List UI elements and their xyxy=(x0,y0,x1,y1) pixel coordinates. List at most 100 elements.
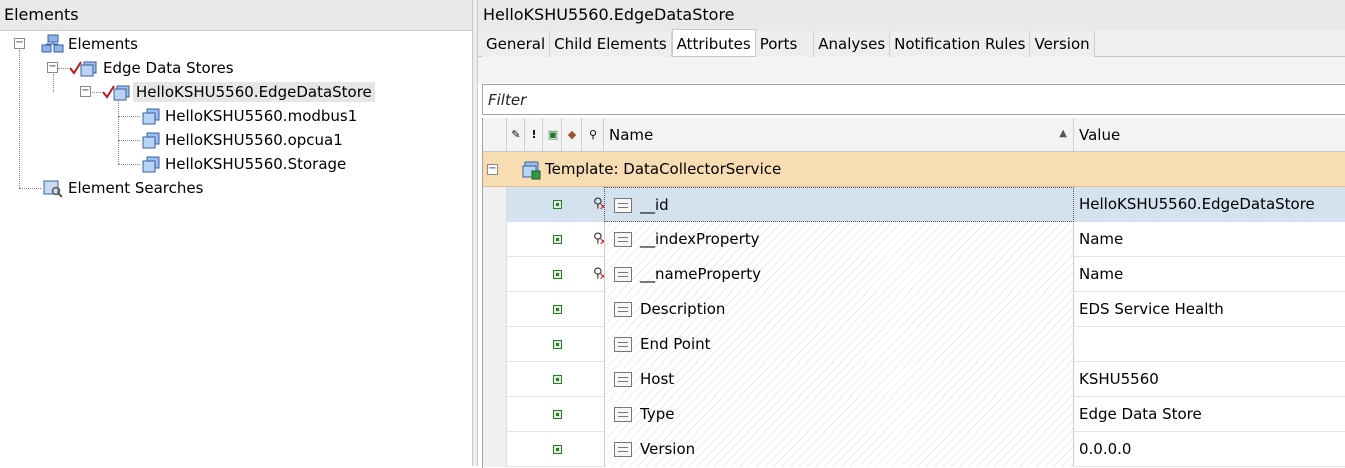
tab-child-elements[interactable]: Child Elements xyxy=(550,31,672,57)
elements-root-icon xyxy=(41,34,64,53)
attribute-row[interactable]: ⚲✕ __indexProperty Name xyxy=(483,222,1345,257)
attribute-icon xyxy=(614,198,632,213)
column-config-header[interactable]: ✎ xyxy=(507,118,525,152)
attribute-row[interactable]: Type Edge Data Store xyxy=(483,397,1345,432)
attribute-name-cell[interactable]: End Point xyxy=(604,327,1074,362)
attribute-name-cell[interactable]: __id xyxy=(604,187,1074,222)
row-gutter xyxy=(483,397,507,432)
collapse-toggle[interactable]: − xyxy=(487,164,498,175)
row-flags: ⚲✕ xyxy=(507,257,607,292)
row-gutter xyxy=(483,187,507,222)
tree-node-modbus1[interactable]: HelloKSHU5560.modbus1 xyxy=(140,105,360,127)
attribute-name-cell[interactable]: Host xyxy=(604,362,1074,397)
tree-node-edge-data-stores[interactable]: Edge Data Stores xyxy=(68,57,237,79)
details-pane: HelloKSHU5560.EdgeDataStore General Chil… xyxy=(478,0,1345,468)
attribute-row[interactable]: Host KSHU5560 xyxy=(483,362,1345,397)
attribute-value-cell[interactable]: Name xyxy=(1074,257,1345,292)
template-group-label: Template: DataCollectorService xyxy=(545,160,782,178)
element-icon xyxy=(142,132,160,149)
attribute-name-cell[interactable]: Type xyxy=(604,397,1074,432)
tree-node-label: Element Searches xyxy=(68,179,204,197)
collapse-toggle[interactable]: − xyxy=(80,86,91,97)
attribute-value-cell[interactable]: 0.0.0.0 xyxy=(1074,432,1345,467)
tree-node-element-searches[interactable]: Element Searches xyxy=(41,177,206,199)
template-icon xyxy=(522,161,541,180)
attribute-icon xyxy=(614,442,632,457)
attribute-row[interactable]: Version 0.0.0.0 xyxy=(483,432,1345,467)
row-gutter xyxy=(483,362,507,397)
tree-node-edgedatastore[interactable]: HelloKSHU5560.EdgeDataStore xyxy=(101,81,375,103)
attribute-icon xyxy=(614,267,632,282)
attribute-name: Type xyxy=(640,405,675,423)
element-search-icon xyxy=(43,180,63,198)
tree-node-label: Elements xyxy=(68,35,138,53)
default-flag-icon xyxy=(553,410,562,419)
attribute-name: Host xyxy=(640,370,675,388)
row-gutter xyxy=(483,432,507,467)
attribute-value-cell[interactable]: Name xyxy=(1074,222,1345,257)
grid-header: ✎ ! ▣ ◆ ⚲ Name ▲ Value xyxy=(483,118,1345,152)
green-square-icon: ▣ xyxy=(547,128,559,141)
name-column-header[interactable]: Name ▲ xyxy=(604,118,1074,152)
diamond-icon: ◆ xyxy=(567,128,577,141)
attribute-name: End Point xyxy=(640,335,711,353)
tab-analyses[interactable]: Analyses xyxy=(814,31,891,57)
tab-general[interactable]: General xyxy=(482,31,551,57)
row-flags: ⚲✕ xyxy=(507,187,607,222)
attribute-row[interactable]: End Point xyxy=(483,327,1345,362)
details-title: HelloKSHU5560.EdgeDataStore xyxy=(478,0,1345,31)
element-icon xyxy=(142,108,160,125)
attribute-name-cell[interactable]: __nameProperty xyxy=(604,257,1074,292)
tab-ports[interactable]: Ports xyxy=(755,31,815,57)
column-default-header[interactable]: ▣ xyxy=(543,118,562,152)
row-gutter xyxy=(483,257,507,292)
row-flags xyxy=(507,327,604,362)
attribute-icon xyxy=(614,407,632,422)
attribute-name: Version xyxy=(640,440,696,458)
filter-input[interactable]: Filter xyxy=(482,84,1345,115)
tab-notification-rules[interactable]: Notification Rules xyxy=(890,31,1031,57)
tab-version[interactable]: Version xyxy=(1030,31,1095,57)
attribute-row[interactable]: ⚲✕ __id HelloKSHU5560.EdgeDataStore xyxy=(483,187,1345,222)
attribute-value-cell[interactable]: HelloKSHU5560.EdgeDataStore xyxy=(1074,187,1345,222)
attribute-value-cell[interactable]: KSHU5560 xyxy=(1074,362,1345,397)
attribute-name: __indexProperty xyxy=(640,230,760,248)
column-warning-header[interactable]: ! xyxy=(525,118,543,152)
tree-node-label: HelloKSHU5560.EdgeDataStore xyxy=(133,82,375,102)
name-column-label: Name xyxy=(609,126,654,144)
element-icon xyxy=(142,156,160,173)
tree-node-storage[interactable]: HelloKSHU5560.Storage xyxy=(140,153,349,175)
attribute-value-cell[interactable]: EDS Service Health xyxy=(1074,292,1345,327)
row-flags: ⚲✕ xyxy=(507,222,607,257)
tab-attributes[interactable]: Attributes xyxy=(671,29,756,56)
column-excluded-header[interactable]: ⚲ xyxy=(582,118,604,152)
checked-element-icon xyxy=(69,61,97,77)
attribute-name-cell[interactable]: Description xyxy=(604,292,1074,327)
template-group-row[interactable]: − Template: DataCollectorService xyxy=(483,152,1345,187)
tab-content-toolbar xyxy=(478,57,1345,83)
attribute-value-cell[interactable]: Edge Data Store xyxy=(1074,397,1345,432)
collapse-toggle[interactable]: − xyxy=(47,62,58,73)
default-flag-icon xyxy=(553,200,562,209)
excluded-flag-icon: ⚲✕ xyxy=(593,196,607,213)
attribute-name-cell[interactable]: Version xyxy=(604,432,1074,467)
attribute-row[interactable]: ⚲✕ __nameProperty Name xyxy=(483,257,1345,292)
row-gutter xyxy=(483,292,507,327)
excluded-flag-icon: ⚲✕ xyxy=(593,231,607,248)
attribute-name: __id xyxy=(640,196,669,214)
attribute-row[interactable]: Description EDS Service Health xyxy=(483,292,1345,327)
column-sort-header[interactable]: ◆ xyxy=(562,118,582,152)
tree-node-label: Edge Data Stores xyxy=(103,59,234,77)
attribute-icon xyxy=(614,337,632,352)
checked-element-icon xyxy=(102,85,130,101)
elements-pane-header: Elements xyxy=(0,0,472,31)
attribute-icon xyxy=(614,232,632,247)
attribute-value-cell[interactable] xyxy=(1074,327,1345,362)
collapse-toggle[interactable]: − xyxy=(14,38,25,49)
tab-bar: General Child Elements Attributes Ports … xyxy=(478,29,1345,57)
default-flag-icon xyxy=(553,375,562,384)
value-column-header[interactable]: Value xyxy=(1074,118,1345,152)
tree-node-elements[interactable]: Elements xyxy=(41,33,141,55)
tree-node-opcua1[interactable]: HelloKSHU5560.opcua1 xyxy=(140,129,346,151)
attribute-name-cell[interactable]: __indexProperty xyxy=(604,222,1074,257)
